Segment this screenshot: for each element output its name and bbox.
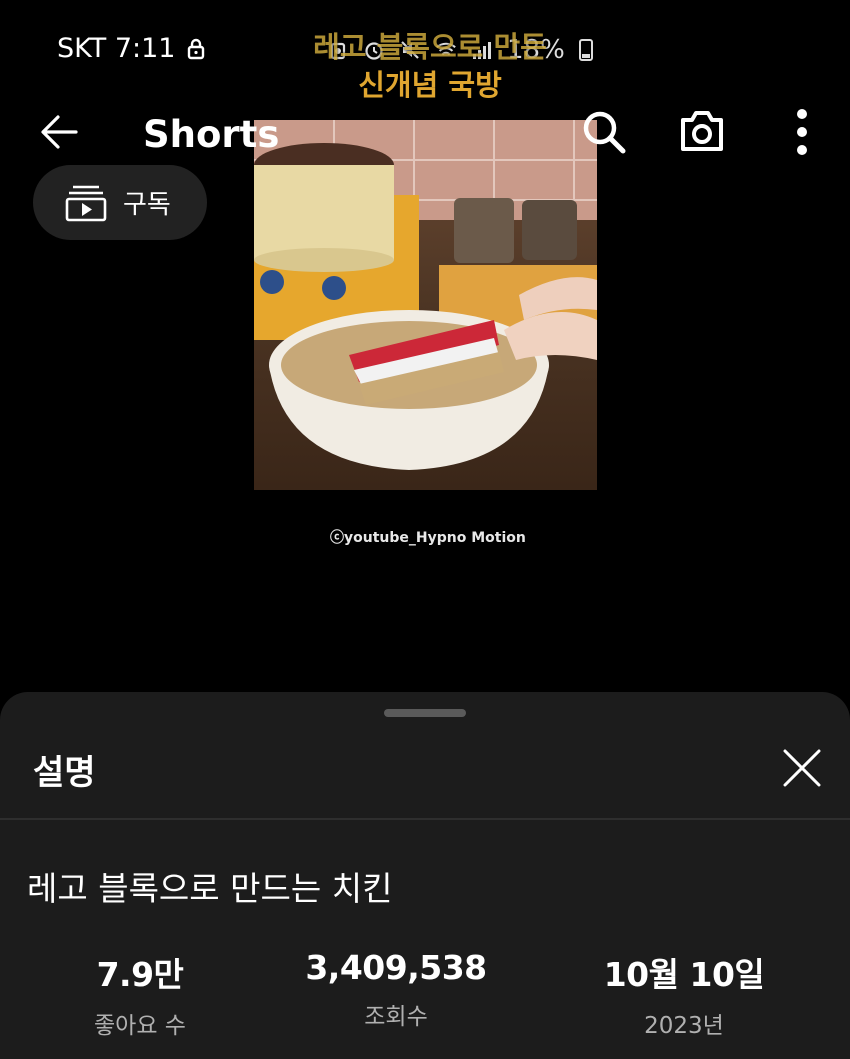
video-title: 레고 블록으로 만드는 치킨	[27, 869, 393, 908]
camera-button[interactable]	[678, 108, 726, 154]
carrier-time: SKT 7:11	[57, 33, 176, 64]
battery-icon	[578, 39, 593, 61]
more-options-button[interactable]	[790, 108, 814, 156]
video-overlay-caption: 레고 블록으로 만든 신개념 국방	[300, 28, 560, 104]
arrow-left-icon	[41, 115, 78, 149]
camera-icon	[681, 111, 723, 151]
overlay-caption-line1: 레고 블록으로 만든	[313, 30, 547, 64]
close-icon	[783, 749, 821, 787]
likes-label: 좋아요 수	[94, 1013, 186, 1039]
sheet-drag-handle[interactable]	[384, 709, 466, 717]
more-vertical-icon	[797, 109, 807, 155]
views-value: 3,409,538	[305, 948, 487, 987]
back-button[interactable]	[38, 112, 80, 152]
video-thumbnail[interactable]	[254, 120, 597, 490]
likes-value: 7.9만	[96, 955, 184, 994]
date-stat: 10월 10일 2023년	[554, 948, 814, 1040]
views-label: 조회수	[364, 1004, 428, 1030]
likes-stat: 7.9만 좋아요 수	[10, 948, 270, 1040]
sheet-title: 설명	[33, 753, 96, 793]
overlay-caption-line2: 신개념 국방	[358, 68, 502, 102]
sheet-divider	[0, 818, 850, 820]
close-button[interactable]	[778, 744, 826, 792]
page-title: Shorts	[143, 113, 280, 156]
subscriptions-label: 구독	[123, 190, 171, 220]
search-icon	[583, 111, 626, 154]
search-button[interactable]	[580, 108, 626, 154]
lock-icon	[185, 38, 207, 60]
year-label: 2023년	[644, 1013, 724, 1039]
video-credit: ⓒyoutube_Hypno Motion	[330, 530, 526, 546]
views-stat: 3,409,538 조회수	[266, 948, 526, 1031]
subscriptions-icon	[65, 185, 107, 221]
date-value: 10월 10일	[603, 955, 765, 994]
status-bar-left: SKT 7:11	[57, 33, 207, 64]
video-frame-illustration	[254, 120, 597, 470]
subscriptions-button[interactable]: 구독	[33, 165, 207, 240]
